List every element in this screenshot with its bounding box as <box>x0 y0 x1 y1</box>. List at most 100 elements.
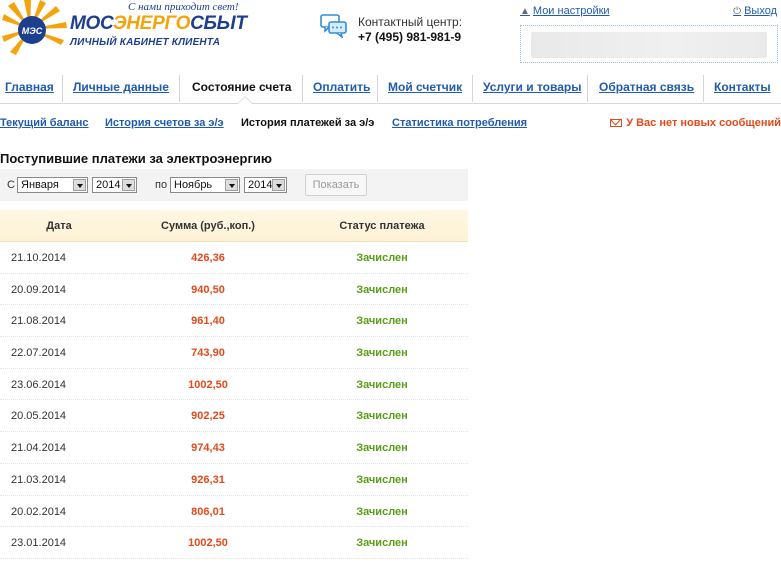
table-row: 20.02.2014 806,01 Зачислен <box>0 496 468 528</box>
row-status: Зачислен <box>356 410 408 423</box>
logout-label: Выход <box>744 5 777 17</box>
column-header-sum: Сумма (руб.,коп.) <box>161 220 255 232</box>
subnav-current-balance[interactable]: Текущий баланс <box>0 117 89 129</box>
my-settings-label: Мои настройки <box>532 5 610 17</box>
section-title: Поступившие платежи за электроэнергию <box>0 151 272 166</box>
row-date: 21.10.2014 <box>11 252 67 264</box>
brand-name-part2: ЭНЕРГО <box>112 13 191 34</box>
nav-item-my-meter[interactable]: Мой счетчик <box>388 80 462 94</box>
payments-table: Дата Сумма (руб.,коп.) Статус платежа 21… <box>0 210 468 559</box>
nav-separator <box>587 75 588 102</box>
brand-name-part3: СБЫТ <box>190 13 247 34</box>
row-date: 21.08.2014 <box>11 315 67 328</box>
table-row: 21.04.2014 974,43 Зачислен <box>0 432 468 464</box>
row-date: 20.02.2014 <box>11 505 67 518</box>
contact-label: Контактный центр: <box>358 15 463 29</box>
nav-item-home[interactable]: Главная <box>5 80 54 94</box>
brand-name: МОСЭНЕРГОСБЫТ <box>70 13 247 35</box>
table-row: 23.01.2014 1002,50 Зачислен <box>0 527 468 559</box>
nav-separator <box>179 75 180 102</box>
subnav-consumption-stats[interactable]: Статистика потребления <box>392 117 527 129</box>
row-sum: 426,36 <box>191 252 225 264</box>
sun-emblem-icon: МЭС <box>2 0 67 55</box>
row-sum: 902,25 <box>191 410 225 423</box>
row-date: 20.09.2014 <box>11 283 67 296</box>
subnav-payments-history[interactable]: История платежей за э/э <box>241 117 374 129</box>
from-year-value: 2014 <box>96 179 121 191</box>
table-row: 21.08.2014 961,40 Зачислен <box>0 305 468 338</box>
from-label: С <box>7 179 15 191</box>
row-sum: 743,90 <box>191 347 225 360</box>
subnav-bills-history[interactable]: История счетов за э/э <box>105 117 224 129</box>
nav-item-services[interactable]: Услуги и товары <box>483 80 581 94</box>
chevron-down-icon <box>225 179 238 191</box>
chat-bubbles-icon <box>320 14 347 38</box>
nav-item-pay[interactable]: Оплатить <box>313 80 370 94</box>
brand-subtitle: ЛИЧНЫЙ КАБИНЕТ КЛИЕНТА <box>70 37 221 48</box>
row-date: 21.04.2014 <box>11 442 67 455</box>
row-sum: 806,01 <box>191 505 225 518</box>
row-date: 23.01.2014 <box>11 537 67 550</box>
emblem-text: МЭС <box>22 26 43 36</box>
column-header-status: Статус платежа <box>339 220 425 232</box>
sub-nav: Текущий баланс История счетов за э/э Ист… <box>0 110 781 136</box>
user-info-redacted <box>531 32 767 58</box>
table-row: 21.10.2014 426,36 Зачислен <box>0 242 468 274</box>
row-status: Зачислен <box>356 378 408 391</box>
table-header: Дата Сумма (руб.,коп.) Статус платежа <box>0 210 468 242</box>
from-month-select[interactable]: Января <box>17 177 88 193</box>
row-date: 21.03.2014 <box>11 473 67 486</box>
contact-phone: +7 (495) 981-981-9 <box>358 30 462 44</box>
row-status: Зачислен <box>356 505 408 518</box>
brand-name-part1: МОС <box>70 13 113 34</box>
my-settings-link[interactable]: ▲ Мои настройки <box>520 5 610 17</box>
from-year-select[interactable]: 2014 <box>92 177 137 193</box>
row-status: Зачислен <box>356 252 408 264</box>
row-status: Зачислен <box>356 283 408 296</box>
user-settings-icon: ▲ <box>520 6 530 17</box>
row-sum: 974,43 <box>191 442 225 455</box>
row-status: Зачислен <box>356 315 408 328</box>
table-row: 22.07.2014 743,90 Зачислен <box>0 337 468 369</box>
brand-slogan: С нами приходит свет! <box>128 1 239 13</box>
row-sum: 926,31 <box>191 473 225 486</box>
row-date: 22.07.2014 <box>11 347 67 360</box>
nav-item-feedback[interactable]: Обратная связь <box>599 80 694 94</box>
nav-item-contacts[interactable]: Контакты <box>714 80 771 94</box>
row-status: Зачислен <box>356 442 408 455</box>
row-status: Зачислен <box>356 473 408 486</box>
nav-item-account-status[interactable]: Состояние счета <box>192 80 291 94</box>
row-sum: 1002,50 <box>188 537 228 550</box>
user-links: ▲ Мои настройки ⏻ Выход <box>520 5 781 21</box>
from-month-value: Января <box>21 179 59 191</box>
row-status: Зачислен <box>356 347 408 360</box>
table-row: 23.06.2014 1002,50 Зачислен <box>0 369 468 401</box>
nav-separator <box>62 75 63 102</box>
row-sum: 940,50 <box>191 283 225 296</box>
nav-separator <box>703 75 704 102</box>
logout-link[interactable]: ⏻ Выход <box>733 5 777 17</box>
date-filter: С Января 2014 по Ноябрь 2014 Показать <box>0 169 468 201</box>
table-row: 20.09.2014 940,50 Зачислен <box>0 274 468 306</box>
row-sum: 1002,50 <box>188 378 228 391</box>
to-year-select[interactable]: 2014 <box>244 177 287 193</box>
header: МЭС С нами приходит свет! МОСЭНЕРГОСБЫТ … <box>0 0 781 72</box>
show-button[interactable]: Показать <box>305 174 367 196</box>
messages-label: У Вас нет новых сообщений <box>626 117 781 129</box>
nav-item-personal-data[interactable]: Личные данные <box>73 80 169 94</box>
to-month-select[interactable]: Ноябрь <box>170 177 240 193</box>
table-row: 21.03.2014 926,31 Зачислен <box>0 464 468 496</box>
row-date: 23.06.2014 <box>11 378 67 391</box>
column-header-date: Дата <box>46 220 72 232</box>
nav-separator <box>377 75 378 102</box>
to-label: по <box>155 179 168 191</box>
envelope-icon <box>610 119 623 127</box>
chevron-down-icon <box>272 179 285 191</box>
row-date: 20.05.2014 <box>11 410 67 423</box>
row-status: Зачислен <box>356 537 408 550</box>
chevron-down-icon <box>122 179 135 191</box>
messages-notice[interactable]: У Вас нет новых сообщений <box>610 117 781 129</box>
table-row: 20.05.2014 902,25 Зачислен <box>0 400 468 433</box>
to-year-value: 2014 <box>248 179 273 191</box>
logo[interactable]: МЭС С нами приходит свет! МОСЭНЕРГОСБЫТ … <box>0 0 270 60</box>
